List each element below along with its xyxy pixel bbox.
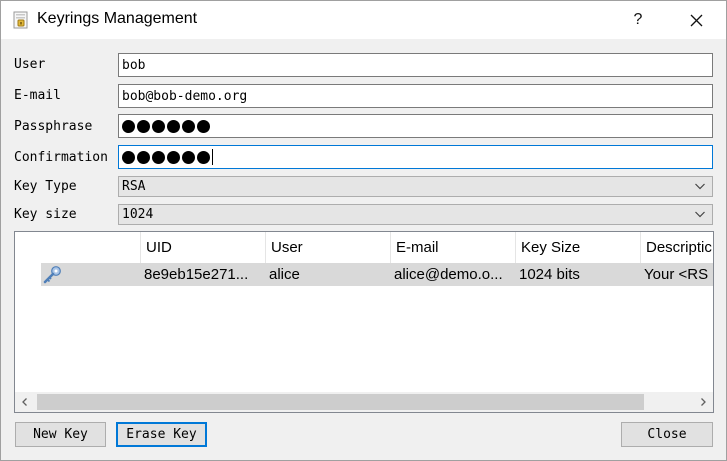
- user-input-value: bob: [122, 57, 146, 73]
- help-button[interactable]: ?: [615, 1, 661, 39]
- table-header: UID User E-mail Key Size Descriptic: [15, 232, 713, 263]
- keyrings-window: Keyrings Management ? User bob E-mail bo…: [0, 0, 727, 461]
- cell-key-size: 1024 bits: [519, 266, 580, 283]
- mask-dot: [197, 119, 210, 133]
- text-caret: [212, 149, 213, 165]
- key-size-label: Key size: [14, 207, 77, 222]
- cell-user: alice: [269, 266, 300, 283]
- icon-column-header[interactable]: [15, 232, 141, 263]
- column-header-description[interactable]: Descriptic: [641, 232, 713, 263]
- scroll-right-button[interactable]: [693, 392, 713, 412]
- erase-key-button[interactable]: Erase Key: [116, 422, 207, 447]
- mask-dot: [197, 150, 210, 164]
- chevron-left-icon: [22, 398, 27, 406]
- close-button[interactable]: Close: [621, 422, 713, 447]
- mask-dot: [137, 150, 150, 164]
- mask-dot: [152, 150, 165, 164]
- cell-email: alice@demo.o...: [394, 266, 503, 283]
- mask-dot: [182, 119, 195, 133]
- close-window-button[interactable]: [673, 1, 719, 39]
- column-header-user[interactable]: User: [266, 232, 391, 263]
- mask-dot: [122, 150, 135, 164]
- key-size-value: 1024: [122, 207, 154, 222]
- mask-dot: [167, 150, 180, 164]
- chevron-down-icon: [695, 211, 705, 218]
- help-icon: ?: [633, 11, 643, 28]
- user-label: User: [14, 57, 46, 72]
- email-input[interactable]: bob@bob-demo.org: [118, 84, 713, 108]
- email-label: E-mail: [14, 88, 61, 103]
- key-icon: [43, 266, 61, 284]
- horizontal-scrollbar[interactable]: [15, 392, 713, 412]
- chevron-down-icon: [695, 183, 705, 190]
- key-type-value: RSA: [122, 179, 146, 194]
- key-size-select[interactable]: 1024: [118, 204, 713, 225]
- passphrase-label: Passphrase: [14, 119, 93, 134]
- confirmation-mask: [122, 150, 210, 164]
- mask-dot: [122, 119, 135, 133]
- close-icon: [690, 14, 702, 26]
- scroll-left-button[interactable]: [15, 392, 35, 412]
- key-type-select[interactable]: RSA: [118, 176, 713, 197]
- email-input-value: bob@bob-demo.org: [122, 88, 248, 104]
- mask-dot: [167, 119, 180, 133]
- new-key-button[interactable]: New Key: [15, 422, 106, 447]
- confirmation-label: Confirmation: [14, 150, 108, 165]
- confirmation-input[interactable]: [118, 145, 713, 169]
- scrollbar-thumb[interactable]: [37, 394, 644, 410]
- passphrase-input[interactable]: [118, 114, 713, 138]
- user-input[interactable]: bob: [118, 53, 713, 77]
- column-header-key-size[interactable]: Key Size: [516, 232, 641, 263]
- cell-uid: 8e9eb15e271...: [144, 266, 249, 283]
- mask-dot: [182, 150, 195, 164]
- table-row[interactable]: 8e9eb15e271... alice alice@demo.o... 102…: [41, 263, 713, 286]
- mask-dot: [137, 119, 150, 133]
- passphrase-mask: [122, 119, 210, 133]
- cell-description: Your <RS: [644, 266, 709, 283]
- column-header-uid[interactable]: UID: [141, 232, 266, 263]
- chevron-right-icon: [701, 398, 706, 406]
- mask-dot: [152, 119, 165, 133]
- key-type-label: Key Type: [14, 179, 77, 194]
- column-header-email[interactable]: E-mail: [391, 232, 516, 263]
- window-title: Keyrings Management: [37, 10, 198, 27]
- keys-table[interactable]: UID User E-mail Key Size Descriptic 8e9e…: [14, 231, 714, 413]
- keyring-app-icon: [13, 11, 28, 29]
- title-bar[interactable]: Keyrings Management ?: [1, 1, 726, 39]
